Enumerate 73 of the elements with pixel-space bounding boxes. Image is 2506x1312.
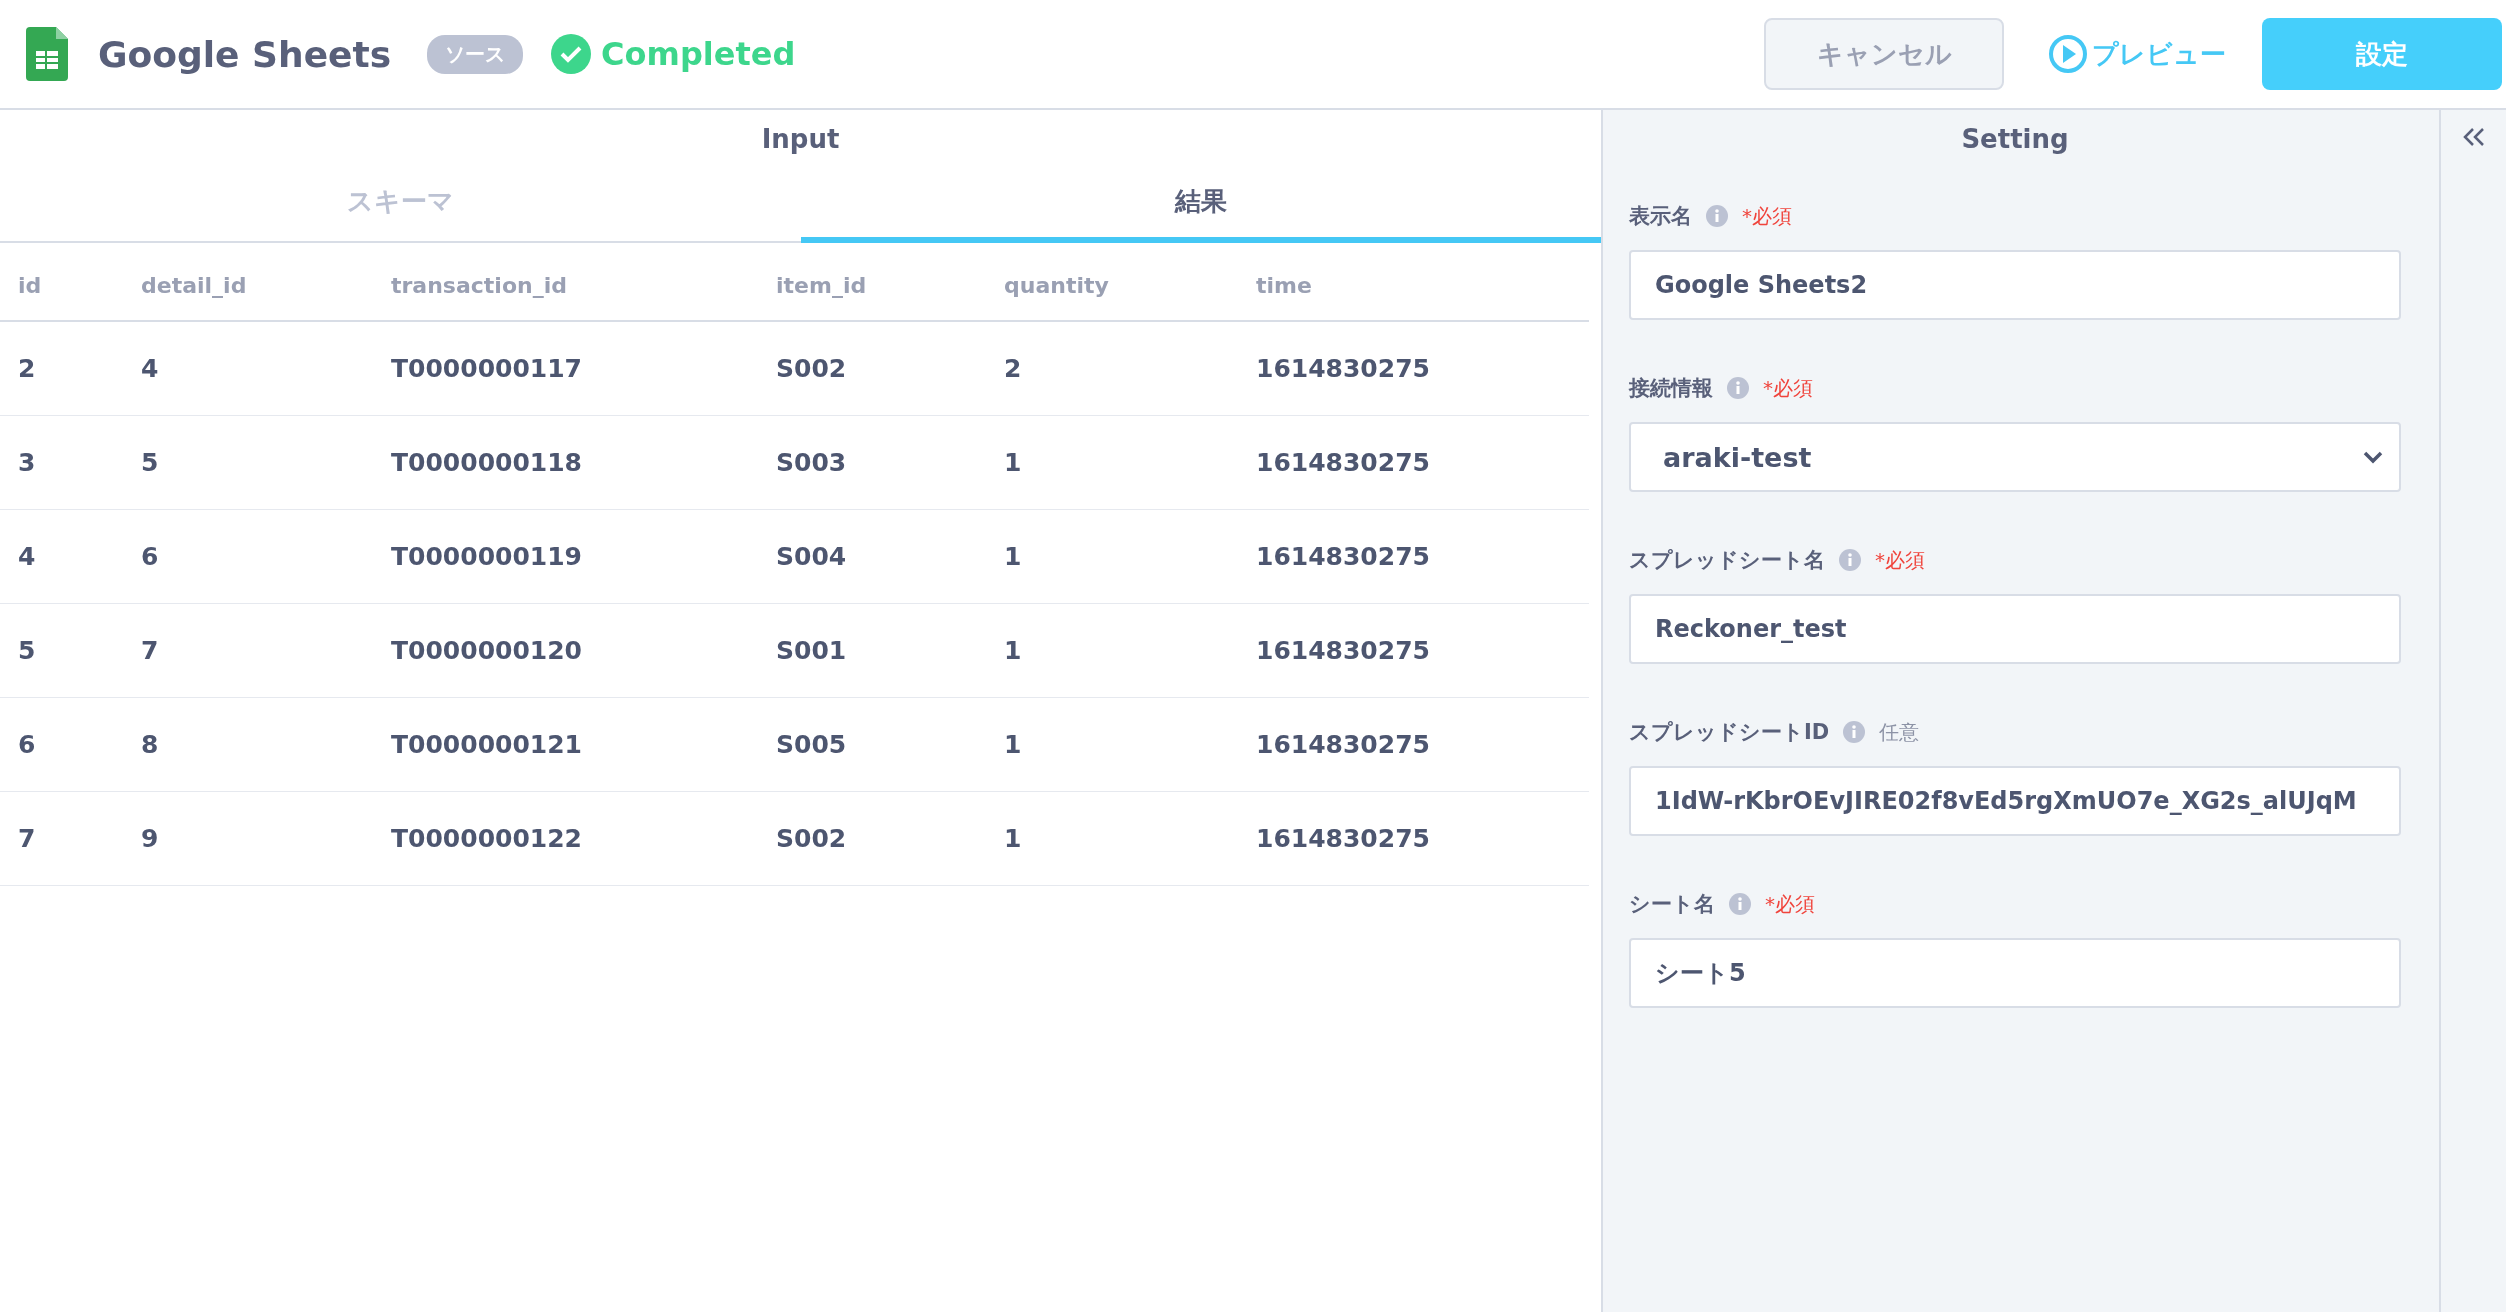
table-cell: 5 xyxy=(0,604,123,698)
requirement-tag: *必須 xyxy=(1763,374,1813,402)
input-field[interactable]: Reckoner_test xyxy=(1629,594,2401,664)
field-label: シート名 xyxy=(1629,891,1715,918)
column-header: item_id xyxy=(758,243,986,322)
play-circle-icon xyxy=(2048,34,2088,74)
status-text: Completed xyxy=(601,35,796,73)
table-cell: 1614830275 xyxy=(1238,792,1589,886)
input-field[interactable]: 1IdW-rKbrOEvJIRE02f8vEd5rgXmUO7e_XG2s_alUJqM xyxy=(1629,766,2401,836)
table-cell: 9 xyxy=(123,792,373,886)
table-cell: 1 xyxy=(986,604,1238,698)
table-cell: 6 xyxy=(0,698,123,792)
input-field[interactable]: シート5 xyxy=(1629,938,2401,1008)
spreadsheet-logo-icon xyxy=(26,27,68,81)
table-cell: 7 xyxy=(0,792,123,886)
info-icon xyxy=(1727,377,1749,399)
requirement-tag: *必須 xyxy=(1742,202,1792,230)
table-cell: 5 xyxy=(123,416,373,510)
table-cell: S001 xyxy=(758,604,986,698)
table-cell: 1 xyxy=(986,510,1238,604)
table-cell: T0000000120 xyxy=(373,604,758,698)
panel-title: Input xyxy=(760,123,841,156)
table-cell: 1614830275 xyxy=(1238,416,1589,510)
panel-title: Setting xyxy=(1960,123,2070,156)
info-icon xyxy=(1843,721,1866,743)
table-cell: 7 xyxy=(123,604,373,698)
table-cell: 3 xyxy=(0,416,123,510)
table-cell: 1614830275 xyxy=(1238,510,1589,604)
field-label: スプレッドシート名 xyxy=(1629,547,1825,574)
table-cell: 1 xyxy=(986,792,1238,886)
check-circle-icon xyxy=(551,34,592,74)
table-cell: S003 xyxy=(758,416,986,510)
page-title: Google Sheets xyxy=(98,33,392,75)
column-header: transaction_id xyxy=(373,243,758,322)
info-icon xyxy=(1706,205,1728,227)
table-cell: 1 xyxy=(986,416,1238,510)
table-cell: 8 xyxy=(123,698,373,792)
table-cell: T0000000117 xyxy=(373,322,758,416)
info-icon xyxy=(1729,893,1751,915)
column-header: quantity xyxy=(986,243,1238,322)
column-header: detail_id xyxy=(123,243,373,322)
table-cell: T0000000122 xyxy=(373,792,758,886)
table-cell: 6 xyxy=(123,510,373,604)
table-cell: 1614830275 xyxy=(1238,322,1589,416)
requirement-tag: *必須 xyxy=(1765,890,1815,918)
chevron-down-icon xyxy=(2363,450,2383,464)
tab[interactable]: 結果 xyxy=(800,162,1601,243)
table-cell: S002 xyxy=(758,792,986,886)
table-cell: T0000000119 xyxy=(373,510,758,604)
table-cell: S002 xyxy=(758,322,986,416)
table-cell: S004 xyxy=(758,510,986,604)
select-field[interactable]: araki-test xyxy=(1629,422,2401,492)
table-cell: T0000000118 xyxy=(373,416,758,510)
requirement-tag: *必須 xyxy=(1875,546,1925,574)
requirement-tag: 任意 xyxy=(1879,718,1920,746)
info-icon xyxy=(1839,549,1861,571)
double-chevron-left-icon[interactable] xyxy=(2461,126,2486,148)
table-cell: 1614830275 xyxy=(1238,604,1589,698)
table-cell: T0000000121 xyxy=(373,698,758,792)
table-cell: 4 xyxy=(0,510,123,604)
field-label: スプレッドシートID xyxy=(1629,719,1830,746)
table-cell: 2 xyxy=(0,322,123,416)
table-cell: 1 xyxy=(986,698,1238,792)
field-label: 接続情報 xyxy=(1629,375,1713,402)
source-badge: ソース xyxy=(427,34,524,74)
column-header: id xyxy=(0,243,123,322)
table-cell: S005 xyxy=(758,698,986,792)
field-label: 表示名 xyxy=(1629,203,1692,230)
table-cell: 2 xyxy=(986,322,1238,416)
table-cell: 1614830275 xyxy=(1238,698,1589,792)
column-header: time xyxy=(1238,243,1589,322)
table-cell: 4 xyxy=(123,322,373,416)
input-field[interactable]: Google Sheets2 xyxy=(1629,250,2401,320)
